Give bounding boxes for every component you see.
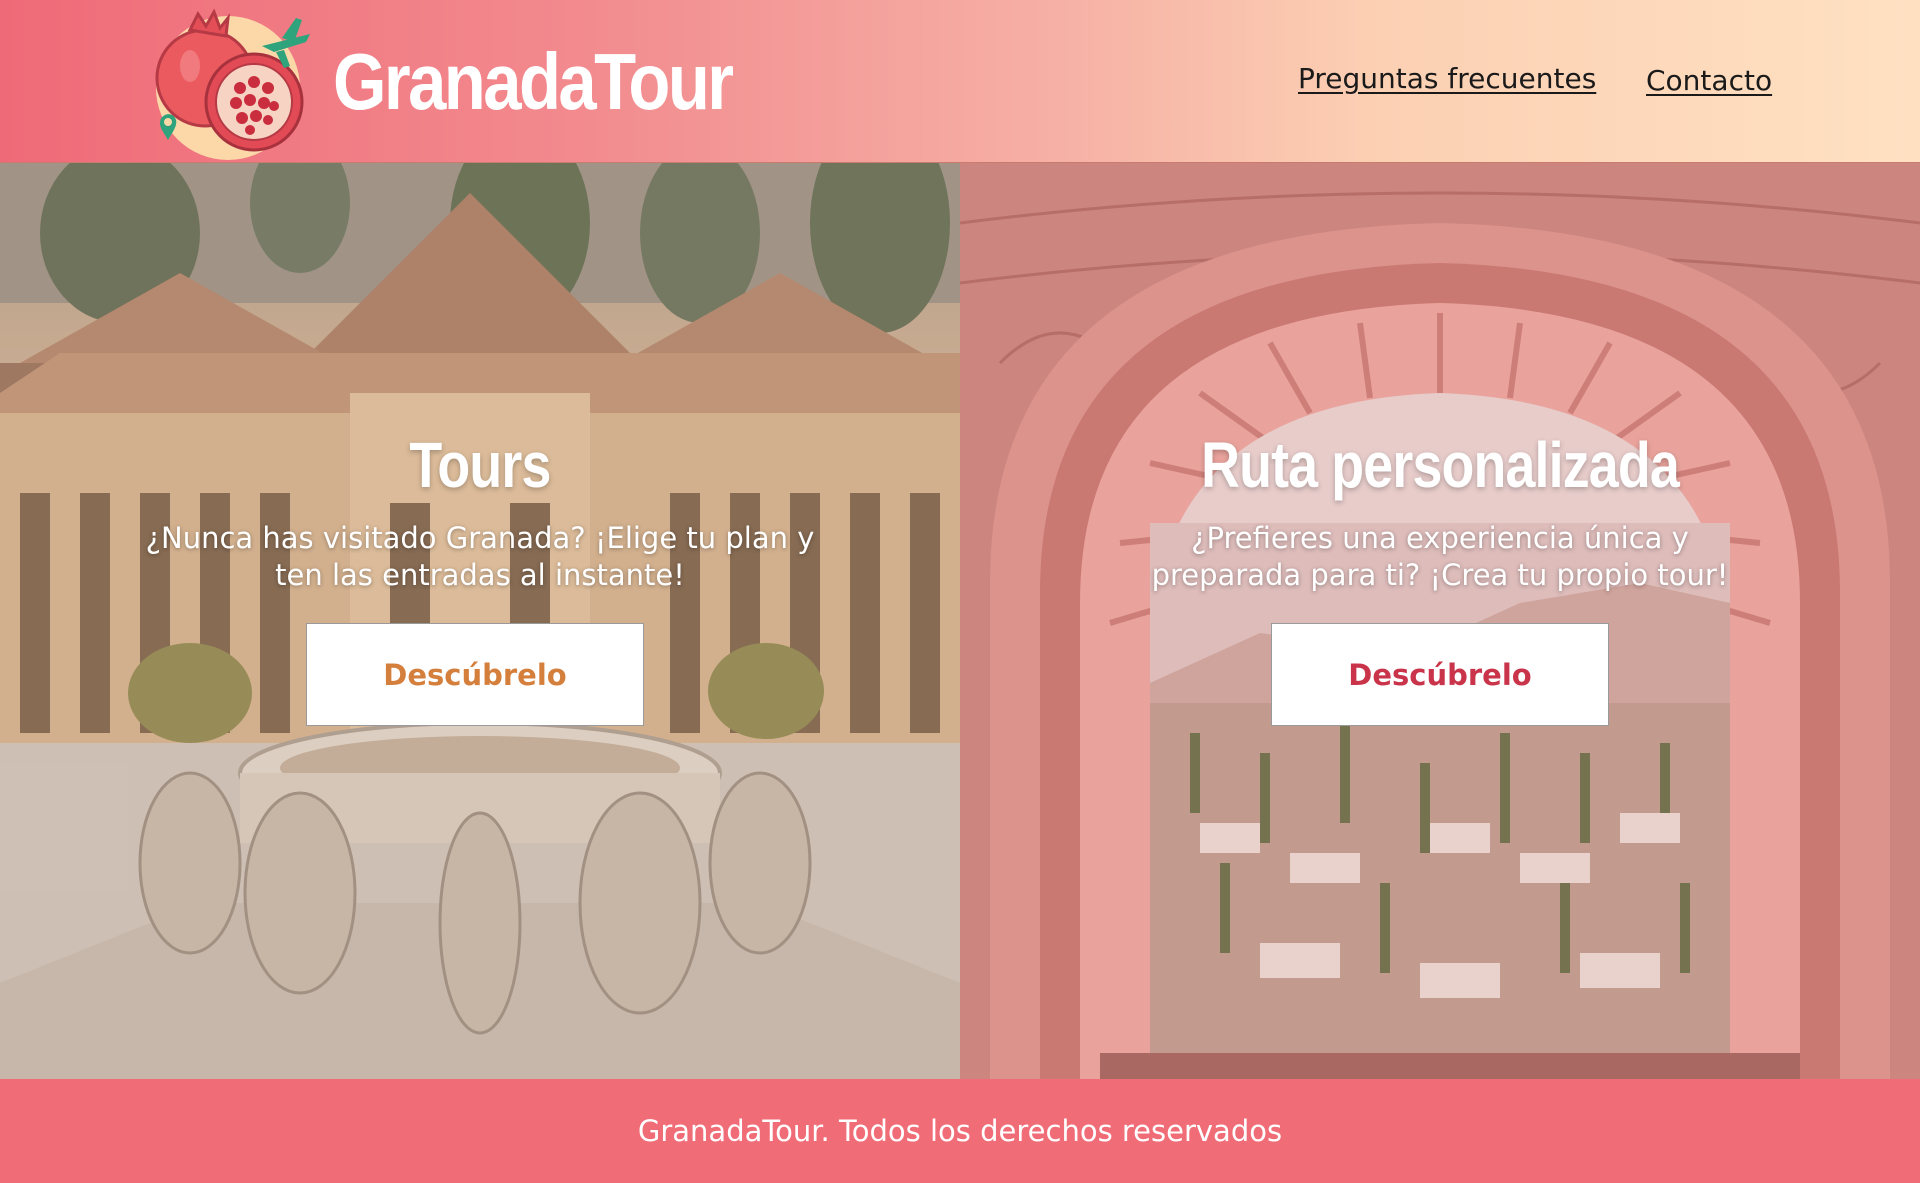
- tours-description: ¿Nunca has visitado Granada? ¡Elige tu p…: [145, 521, 815, 592]
- brand-name[interactable]: GranadaTour: [333, 32, 734, 132]
- tours-discover-button[interactable]: Descúbrelo: [306, 623, 644, 726]
- panel-overlay: [0, 163, 960, 1079]
- custom-route-discover-button[interactable]: Descúbrelo: [1271, 623, 1609, 726]
- custom-route-panel: Ruta personalizada ¿Prefieres una experi…: [960, 163, 1920, 1079]
- custom-route-title: Ruta personalizada: [1201, 429, 1680, 501]
- page: GranadaTour Preguntas frecuentes Contact…: [0, 0, 1920, 1183]
- panel-overlay: [960, 163, 1920, 1079]
- pomegranate-logo-icon[interactable]: [150, 8, 316, 160]
- copyright-text: GranadaTour. Todos los derechos reservad…: [637, 1114, 1283, 1148]
- site-footer: GranadaTour. Todos los derechos reservad…: [0, 1079, 1920, 1183]
- tours-panel: Tours ¿Nunca has visitado Granada? ¡Elig…: [0, 163, 960, 1079]
- custom-route-description: ¿Prefieres una experiencia única y prepa…: [1151, 521, 1729, 592]
- site-header: GranadaTour Preguntas frecuentes Contact…: [0, 0, 1920, 163]
- tours-title: Tours: [409, 429, 551, 501]
- nav-link-faq[interactable]: Preguntas frecuentes: [1298, 62, 1596, 95]
- nav-link-contact[interactable]: Contacto: [1646, 64, 1772, 97]
